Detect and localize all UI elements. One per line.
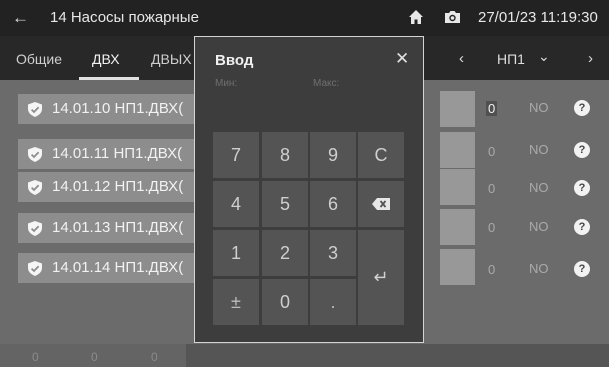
key-1[interactable]: 1 <box>213 230 259 276</box>
enter-key[interactable]: ↵ <box>358 230 404 325</box>
shield-check-icon <box>28 261 42 276</box>
state-label: NO <box>529 180 549 195</box>
chevron-right-icon[interactable]: › <box>588 50 593 67</box>
key-clear[interactable]: C <box>358 132 404 178</box>
key-9[interactable]: 9 <box>310 132 356 178</box>
key-dot[interactable]: . <box>310 279 356 325</box>
status-indicator <box>440 91 475 127</box>
shield-check-icon <box>28 180 42 195</box>
tab-dvyh[interactable]: ДВЫХ <box>151 51 192 67</box>
list-item[interactable]: 14.01.12 НП1.ДВХ( <box>18 172 206 202</box>
top-bar: ← 14 Насосы пожарные 27/01/23 11:19:30 <box>0 0 609 36</box>
state-label: NO <box>529 219 549 234</box>
state-label: NO <box>529 142 549 157</box>
value-field[interactable]: 0 <box>488 181 495 196</box>
status-indicator <box>440 249 475 285</box>
shield-check-icon <box>28 147 42 162</box>
help-icon[interactable]: ? <box>574 261 590 277</box>
arrow-left-icon[interactable]: ← <box>12 8 32 28</box>
key-6[interactable]: 6 <box>310 181 356 227</box>
datetime: 27/01/23 11:19:30 <box>478 9 598 26</box>
shield-check-icon <box>28 102 42 117</box>
tab-dvh[interactable]: ДВХ <box>92 51 120 67</box>
key-5[interactable]: 5 <box>262 181 308 227</box>
list-item[interactable]: 14.01.11 НП1.ДВХ( <box>18 139 206 169</box>
footer-value: 0 <box>91 350 98 364</box>
footer-value: 0 <box>32 350 39 364</box>
row-label: 14.01.11 НП1.ДВХ( <box>52 145 183 162</box>
help-icon[interactable]: ? <box>574 142 590 158</box>
key-4[interactable]: 4 <box>213 181 259 227</box>
input-dialog: Ввод ✕ Мин: Макс: 7 8 9 C 4 5 6 1 2 3 ↵ … <box>194 36 424 343</box>
device-selector[interactable]: НП1 <box>497 51 525 67</box>
min-label: Мин: <box>215 78 238 89</box>
value-field[interactable]: 0 <box>488 220 495 235</box>
value-field[interactable]: 0 <box>488 262 495 277</box>
status-indicator <box>440 169 475 205</box>
key-sign[interactable]: ± <box>213 279 259 325</box>
chevron-left-icon[interactable]: ‹ <box>459 50 464 67</box>
list-item[interactable]: 14.01.14 НП1.ДВХ( <box>18 253 206 283</box>
footer-value: 0 <box>151 350 158 364</box>
help-icon[interactable]: ? <box>574 219 590 235</box>
dialog-title: Ввод <box>215 52 254 69</box>
help-icon[interactable]: ? <box>574 180 590 196</box>
backspace-key[interactable] <box>358 181 404 227</box>
key-0[interactable]: 0 <box>262 279 308 325</box>
list-item[interactable]: 14.01.13 НП1.ДВХ( <box>18 213 206 243</box>
list-item[interactable]: 14.01.10 НП1.ДВХ( <box>18 94 206 124</box>
close-icon[interactable]: ✕ <box>395 49 409 69</box>
active-tab-indicator <box>79 77 139 80</box>
state-label: NO <box>529 261 549 276</box>
state-label: NO <box>529 100 549 115</box>
key-8[interactable]: 8 <box>262 132 308 178</box>
value-field[interactable]: 0 <box>488 144 495 159</box>
page-title: 14 Насосы пожарные <box>50 9 199 26</box>
key-2[interactable]: 2 <box>262 230 308 276</box>
key-7[interactable]: 7 <box>213 132 259 178</box>
status-indicator <box>440 132 475 168</box>
row-label: 14.01.10 НП1.ДВХ( <box>52 100 184 117</box>
status-indicator <box>440 209 475 245</box>
home-icon[interactable] <box>408 9 424 25</box>
max-label: Макс: <box>313 78 340 89</box>
tab-general[interactable]: Общие <box>16 51 62 67</box>
value-field[interactable]: 0 <box>486 101 498 116</box>
row-label: 14.01.12 НП1.ДВХ( <box>52 178 184 195</box>
backspace-icon <box>372 198 390 210</box>
shield-check-icon <box>28 221 42 236</box>
chevron-down-icon[interactable]: ⌄ <box>538 48 550 65</box>
help-icon[interactable]: ? <box>574 100 590 116</box>
row-label: 14.01.13 НП1.ДВХ( <box>52 219 184 236</box>
key-3[interactable]: 3 <box>310 230 356 276</box>
row-label: 14.01.14 НП1.ДВХ( <box>52 259 184 276</box>
camera-icon[interactable] <box>444 9 461 25</box>
